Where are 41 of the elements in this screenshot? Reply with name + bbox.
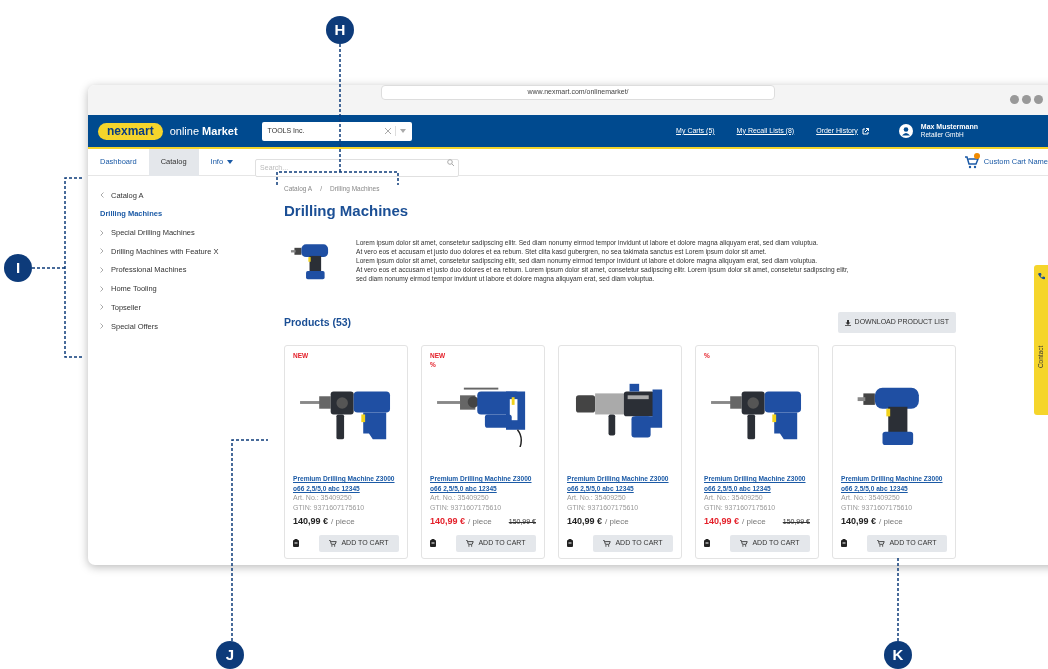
user-icon[interactable] — [898, 124, 913, 138]
search-icon — [447, 159, 455, 166]
cart-icon — [466, 539, 475, 547]
chevron-right-icon — [100, 323, 104, 330]
download-icon — [844, 319, 851, 326]
price-unit: / piece — [468, 516, 492, 529]
chevron-right-icon — [100, 229, 104, 236]
price-unit: / piece — [742, 516, 766, 529]
price-unit: / piece — [605, 516, 629, 529]
cart-icon — [603, 539, 612, 547]
product-price: 140,99 € — [293, 515, 329, 529]
page-title: Drilling Machines — [284, 200, 410, 221]
cart-icon — [740, 539, 749, 547]
chevron-left-icon — [100, 192, 104, 199]
products-heading: Products (53) — [284, 314, 352, 330]
callout-marker: I — [4, 254, 32, 282]
clipboard-icon[interactable] — [567, 539, 573, 548]
cart-count-badge — [973, 152, 980, 159]
clipboard-icon[interactable] — [841, 539, 847, 548]
cart-icon — [329, 539, 338, 547]
cart-icon — [877, 539, 886, 547]
price-unit: / piece — [331, 516, 355, 529]
app-name: online Market — [169, 123, 238, 139]
cart-icon[interactable] — [964, 155, 979, 169]
logo[interactable]: nexmart — [98, 122, 163, 140]
product-price: 140,99 € — [567, 515, 603, 529]
price-unit: / piece — [879, 516, 903, 529]
chevron-right-icon — [100, 267, 104, 274]
phone-icon — [1037, 273, 1045, 280]
callout-marker: H — [326, 16, 354, 44]
clipboard-icon[interactable] — [293, 539, 299, 548]
product-price: 140,99 € — [841, 515, 877, 529]
product-price: 140,99 € — [430, 515, 466, 529]
chevron-right-icon — [100, 304, 104, 311]
clipboard-icon[interactable] — [430, 539, 436, 548]
clipboard-icon[interactable] — [704, 539, 710, 548]
chevron-right-icon — [100, 248, 104, 255]
callout-marker: J — [216, 641, 244, 669]
callout-marker: K — [884, 641, 912, 669]
chevron-right-icon — [100, 285, 104, 292]
product-price: 140,99 € — [704, 515, 740, 529]
